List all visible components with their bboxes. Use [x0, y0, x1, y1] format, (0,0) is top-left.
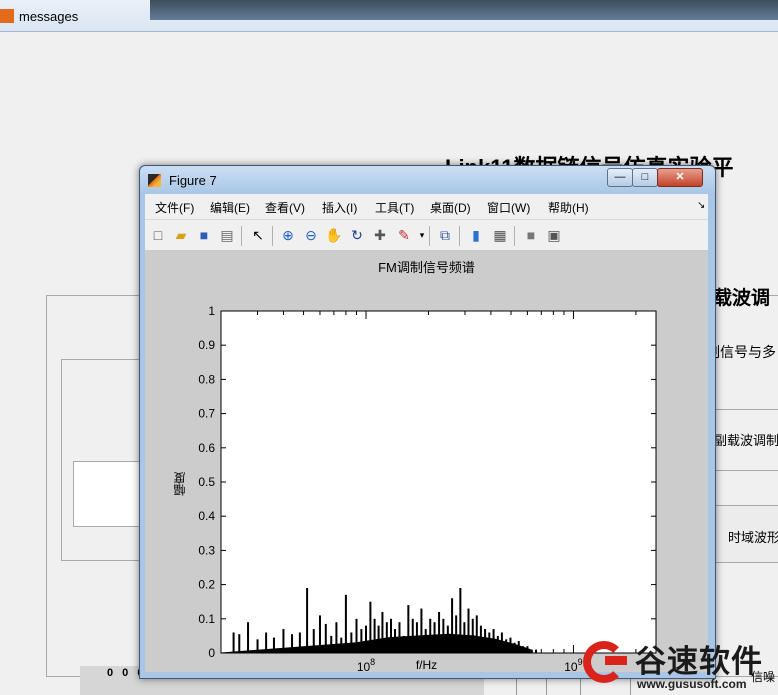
toolbar-separator: [241, 226, 242, 246]
y-tick-label: 0.6: [198, 441, 215, 455]
y-tick-label: 0.9: [198, 338, 215, 352]
rotate-icon[interactable]: ↻: [348, 226, 366, 244]
print-icon[interactable]: ▤: [218, 226, 236, 244]
plot-axes[interactable]: 00.10.20.30.40.50.60.70.80.91108 109: [198, 304, 657, 674]
gususoft-logo-bar: [605, 656, 627, 665]
watermark-name: 谷速软件: [635, 644, 763, 679]
zoom-in-icon[interactable]: ⊕: [279, 226, 297, 244]
menu-file[interactable]: 文件(F): [155, 199, 194, 216]
menu-desktop[interactable]: 桌面(D): [430, 199, 471, 216]
menu-edit[interactable]: 编辑(E): [210, 199, 250, 216]
figure-toolbar: □ ▰ ■ ▤ ↖ ⊕ ⊖ ✋ ↻ ✚ ✎ ▾ ⧉ ▮ ▦ ■ ▣: [145, 219, 708, 251]
y-tick-label: 0.2: [198, 578, 215, 592]
watermark-url: www.gususoft.com: [637, 677, 747, 691]
y-tick-label: 0.8: [198, 372, 215, 386]
panel-subheading: 载波调: [713, 288, 771, 309]
figure-title: Figure 7: [169, 173, 217, 188]
pointer-icon[interactable]: ↖: [249, 226, 267, 244]
panel-description: 制信号与多: [706, 344, 776, 360]
matlab-icon: [148, 174, 161, 187]
menu-window[interactable]: 窗口(W): [487, 199, 530, 216]
pan-icon[interactable]: ✋: [325, 226, 343, 244]
link-icon[interactable]: ⧉: [436, 226, 454, 244]
save-icon[interactable]: ■: [195, 226, 213, 244]
menu-bar: 文件(F) 编辑(E) 查看(V) 插入(I) 工具(T) 桌面(D) 窗口(W…: [145, 194, 708, 218]
y-tick-label: 0.1: [198, 612, 215, 626]
minimize-button[interactable]: —: [607, 168, 633, 187]
colorbar-icon[interactable]: ▮: [467, 226, 485, 244]
toolbar-separator: [514, 226, 515, 246]
figure-titlebar[interactable]: Figure 7 — □ ✕: [140, 166, 715, 194]
close-button[interactable]: ✕: [657, 168, 703, 187]
menu-tools[interactable]: 工具(T): [375, 199, 414, 216]
background-window-title: messages: [19, 9, 79, 24]
y-tick-label: 0.5: [198, 475, 215, 489]
y-axis-label: 幅度: [173, 472, 187, 496]
toolbar-separator: [272, 226, 273, 246]
y-tick-label: 0.3: [198, 543, 215, 557]
background-window-titlebar[interactable]: [0, 0, 778, 32]
toolbar-separator: [429, 226, 430, 246]
figure-window[interactable]: Figure 7 — □ ✕ 文件(F) 编辑(E) 查看(V) 插入(I) 工…: [139, 165, 716, 679]
y-tick-label: 1: [208, 304, 215, 318]
plot-area: [220, 310, 657, 654]
y-tick-label: 0.7: [198, 407, 215, 421]
toolbar-separator: [459, 226, 460, 246]
figure-canvas[interactable]: FM调制信号频谱 0 0.1 0.2 0.3 0.4 0.5 0.6 0.7 0.8 0.9 1 10…: [145, 250, 708, 674]
titlebar-shadow: [150, 0, 778, 20]
show-plot-tools-icon[interactable]: ▣: [545, 226, 563, 244]
new-figure-icon[interactable]: □: [149, 226, 167, 244]
open-icon[interactable]: ▰: [172, 226, 190, 244]
matlab-app-icon: [0, 9, 14, 23]
maximize-button[interactable]: □: [632, 168, 658, 187]
plot-title: FM调制信号频谱: [378, 260, 475, 275]
brush-icon[interactable]: ✎: [395, 226, 413, 244]
watermark: 谷速软件 www.gususoft.com: [580, 636, 778, 695]
menu-insert[interactable]: 插入(I): [322, 199, 357, 216]
figure-client-area: 文件(F) 编辑(E) 查看(V) 插入(I) 工具(T) 桌面(D) 窗口(W…: [145, 194, 708, 674]
y-tick-label: 0.4: [198, 509, 215, 523]
menu-help[interactable]: 帮助(H): [548, 199, 589, 216]
data-cursor-icon[interactable]: ✚: [371, 226, 389, 244]
subcarrier-modulation-label: 副载波调制: [714, 433, 778, 448]
legend-icon[interactable]: ▦: [491, 226, 509, 244]
hide-plot-tools-icon[interactable]: ■: [522, 226, 540, 244]
time-domain-waveform-label: 时域波形: [728, 530, 778, 545]
menu-view[interactable]: 查看(V): [265, 199, 305, 216]
dock-arrow-icon[interactable]: ↘: [697, 200, 705, 211]
zoom-out-icon[interactable]: ⊖: [302, 226, 320, 244]
